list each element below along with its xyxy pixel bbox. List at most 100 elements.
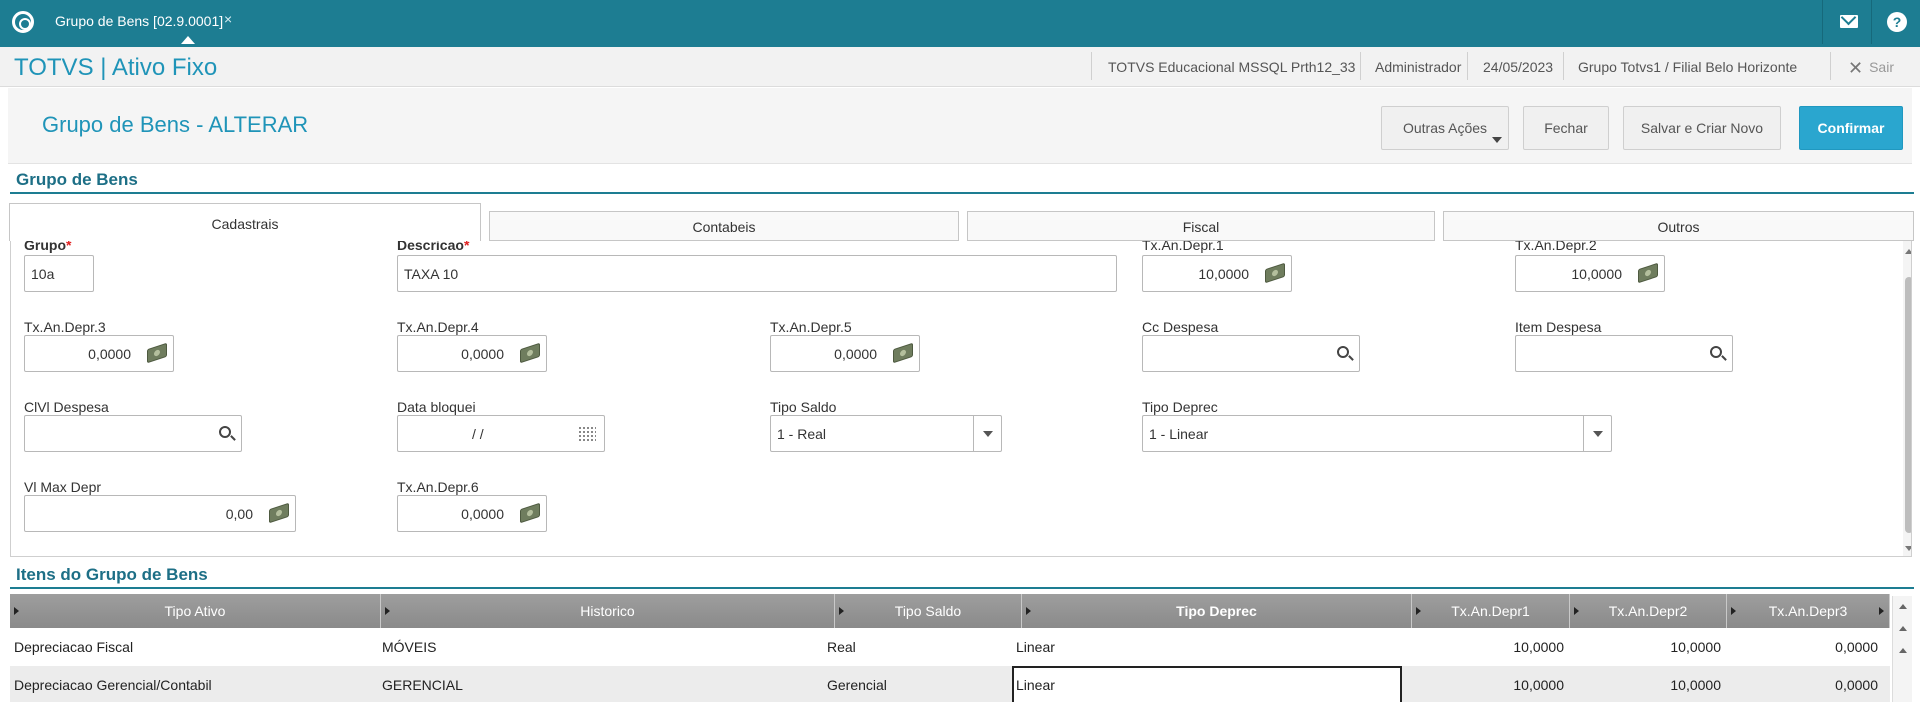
divider xyxy=(1091,52,1092,80)
money-icon[interactable] xyxy=(1265,262,1285,284)
descricao-input[interactable]: TAXA 10 xyxy=(397,255,1117,292)
mail-icon[interactable] xyxy=(1840,15,1858,28)
field-label-tx-depr6: Tx.An.Depr.6 xyxy=(397,479,479,495)
field-label-data-bloqueio: Data bloquei xyxy=(397,399,476,415)
scroll-thumb[interactable] xyxy=(1905,277,1911,533)
cell-tipo-saldo: Real xyxy=(827,639,856,655)
tab-cadastrais[interactable]: Cadastrais xyxy=(9,203,481,241)
totvs-logo-icon[interactable] xyxy=(12,11,34,33)
scroll-up-icon[interactable] xyxy=(1905,249,1911,254)
field-label-vl-max-depr: Vl Max Depr xyxy=(24,479,102,495)
close-icon: ✕ xyxy=(1848,58,1864,78)
column-header-tx-depr1[interactable]: Tx.An.Depr1 xyxy=(1412,594,1570,628)
top-bar: Grupo de Bens [02.9.0001] × ? xyxy=(0,0,1920,47)
scroll-page-up-icon[interactable] xyxy=(1899,626,1907,631)
tab-grupo-de-bens[interactable]: Grupo de Bens [02.9.0001] × xyxy=(44,0,240,44)
exit-button[interactable]: ✕ Sair xyxy=(1848,58,1894,79)
page-title: Grupo de Bens - ALTERAR xyxy=(42,112,309,137)
tx-depr3-input[interactable]: 0,0000 xyxy=(24,335,174,372)
chevron-down-icon[interactable] xyxy=(1583,416,1611,451)
dropdown-arrow-icon xyxy=(1492,137,1502,143)
field-label-clvl-despesa: ClVl Despesa xyxy=(24,399,109,415)
column-header-tipo-deprec[interactable]: Tipo Deprec xyxy=(1022,594,1412,628)
column-header-tx-depr2[interactable]: Tx.An.Depr2 xyxy=(1570,594,1727,628)
money-icon[interactable] xyxy=(1638,262,1658,284)
divider xyxy=(10,587,1914,589)
data-bloqueio-input[interactable]: / / xyxy=(397,415,605,452)
input-value: 10a xyxy=(31,266,55,282)
tab-outros[interactable]: Outros xyxy=(1443,211,1914,241)
scroll-top-icon[interactable] xyxy=(1899,604,1907,609)
app-header: TOTVS | Ativo Fixo TOTVS Educacional MSS… xyxy=(0,47,1920,87)
column-header-historico[interactable]: Historico xyxy=(381,594,835,628)
clvl-despesa-input[interactable] xyxy=(24,415,242,452)
cc-despesa-input[interactable] xyxy=(1142,335,1360,372)
tx-depr4-input[interactable]: 0,0000 xyxy=(397,335,547,372)
cell-tipo-deprec: Linear xyxy=(1016,639,1055,655)
select-value: 1 - Linear xyxy=(1149,426,1209,442)
tipo-saldo-select[interactable]: 1 - Real xyxy=(770,415,1002,452)
grid-scrollbar[interactable] xyxy=(1892,596,1912,702)
branch-label: Grupo Totvs1 / Filial Belo Horizonte xyxy=(1578,59,1798,75)
cell-tipo-ativo: Depreciacao Fiscal xyxy=(14,639,134,655)
item-despesa-input[interactable] xyxy=(1515,335,1733,372)
column-title: Tipo Saldo xyxy=(894,603,962,619)
tx-depr2-input[interactable]: 10,0000 xyxy=(1515,255,1665,292)
column-header-tipo-ativo[interactable]: Tipo Ativo xyxy=(10,594,381,628)
money-icon[interactable] xyxy=(147,342,167,364)
input-value: TAXA 10 xyxy=(404,266,459,282)
tx-depr6-input[interactable]: 0,0000 xyxy=(397,495,547,532)
column-title: Tx.An.Depr1 xyxy=(1451,603,1530,619)
save-and-new-button[interactable]: Salvar e Criar Novo xyxy=(1623,106,1781,150)
tab-contabeis[interactable]: Contabeis xyxy=(489,211,959,241)
column-header-tx-depr3[interactable]: Tx.An.Depr3 xyxy=(1727,594,1890,628)
other-actions-button[interactable]: Outras Ações xyxy=(1381,106,1509,150)
tab-fiscal[interactable]: Fiscal xyxy=(967,211,1435,241)
help-icon[interactable]: ? xyxy=(1887,12,1907,32)
divider xyxy=(1830,52,1831,80)
table-row[interactable]: Depreciacao Gerencial/Contabil GERENCIAL… xyxy=(10,666,1890,702)
cell-tx-depr2: 10,0000 xyxy=(1670,639,1721,655)
input-value: 0,0000 xyxy=(461,346,504,362)
divider xyxy=(1563,52,1564,80)
close-button[interactable]: Fechar xyxy=(1523,106,1609,150)
search-icon[interactable] xyxy=(1710,346,1722,358)
column-header-tipo-saldo[interactable]: Tipo Saldo xyxy=(835,594,1022,628)
input-value: 0,0000 xyxy=(88,346,131,362)
exit-label: Sair xyxy=(1869,59,1894,75)
vl-max-depr-input[interactable]: 0,00 xyxy=(24,495,296,532)
calendar-icon[interactable] xyxy=(579,427,596,441)
field-label-tx-depr4: Tx.An.Depr.4 xyxy=(397,319,479,335)
tx-depr5-input[interactable]: 0,0000 xyxy=(770,335,920,372)
money-icon[interactable] xyxy=(893,342,913,364)
chevron-down-icon[interactable] xyxy=(973,416,1001,451)
scroll-up-icon[interactable] xyxy=(1899,648,1907,653)
form-panel: Grupo* 10a Descricao* TAXA 10 Tx.An.Depr… xyxy=(10,241,1912,557)
money-icon[interactable] xyxy=(520,342,540,364)
items-grid: Tipo Ativo Historico Tipo Saldo Tipo Dep… xyxy=(10,594,1890,702)
column-title: Tx.An.Depr2 xyxy=(1608,603,1688,619)
other-actions-label: Outras Ações xyxy=(1402,120,1488,136)
field-label-tx-depr1: Tx.An.Depr.1 xyxy=(1142,241,1224,253)
money-icon[interactable] xyxy=(520,502,540,524)
search-icon[interactable] xyxy=(1337,346,1349,358)
tipo-deprec-select[interactable]: 1 - Linear xyxy=(1142,415,1612,452)
form-scrollbar[interactable] xyxy=(1903,241,1911,556)
tx-depr1-input[interactable]: 10,0000 xyxy=(1142,255,1292,292)
scroll-down-icon[interactable] xyxy=(1905,546,1911,551)
table-row[interactable]: Depreciacao Fiscal MÓVEIS Real Linear 10… xyxy=(10,628,1890,666)
grupo-input[interactable]: 10a xyxy=(24,255,94,292)
confirm-button[interactable]: Confirmar xyxy=(1799,106,1903,150)
input-value: 0,00 xyxy=(225,506,253,522)
cell-tipo-deprec-focused[interactable]: Linear xyxy=(1012,666,1402,702)
input-value: / / xyxy=(472,426,484,442)
input-value: 10,0000 xyxy=(1198,266,1249,282)
close-tab-icon[interactable]: × xyxy=(224,11,232,27)
money-icon[interactable] xyxy=(269,502,289,524)
tab-label: Grupo de Bens [02.9.0001] xyxy=(55,13,224,29)
search-icon[interactable] xyxy=(219,426,231,438)
input-value: 0,0000 xyxy=(461,506,504,522)
user-label: Administrador xyxy=(1375,59,1462,75)
field-label-tipo-deprec: Tipo Deprec xyxy=(1142,399,1218,415)
column-title: Historico xyxy=(580,603,635,619)
